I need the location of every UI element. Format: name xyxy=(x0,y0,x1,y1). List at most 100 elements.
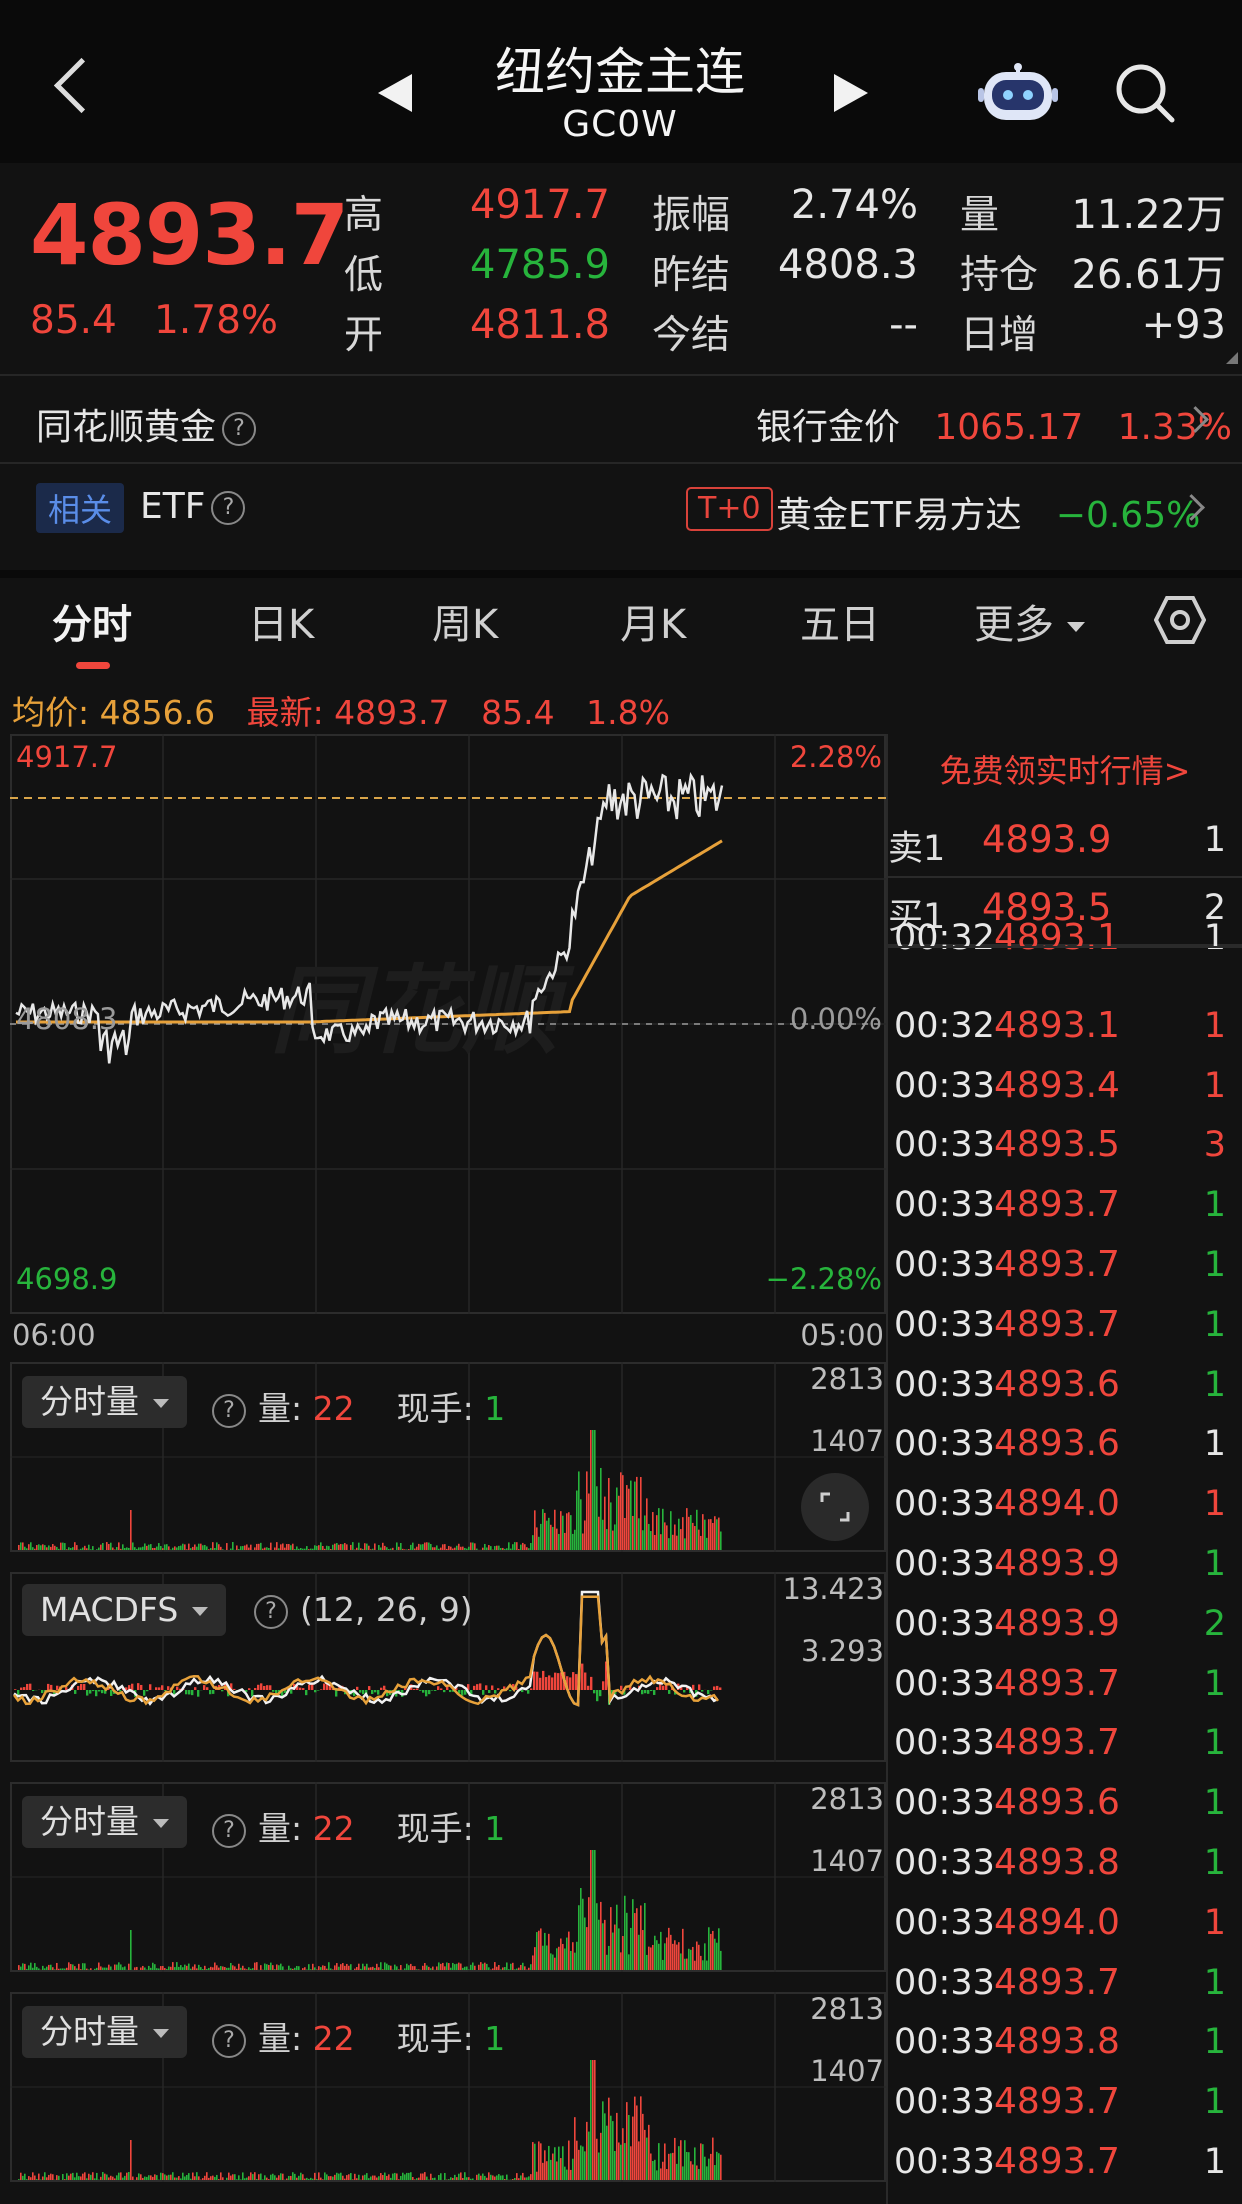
volume-bar xyxy=(544,1932,546,1970)
macd-bar xyxy=(176,1686,179,1690)
tab-intraday[interactable]: 分时 xyxy=(52,592,132,650)
macd-bar xyxy=(56,1685,59,1690)
volume-bar xyxy=(98,1547,100,1550)
volume-bar xyxy=(542,1509,544,1550)
macd-bar xyxy=(422,1690,425,1693)
pct-bottom-label: −2.28% xyxy=(765,1262,882,1296)
volume-bar xyxy=(452,1548,454,1550)
volume-bar xyxy=(700,2143,702,2180)
volume-bar xyxy=(616,2112,618,2180)
volume-bar xyxy=(574,1529,576,1550)
volume-bar xyxy=(128,1963,130,1970)
volume-bar xyxy=(470,1964,472,1970)
volume-bar xyxy=(392,2173,394,2180)
robot-assistant-icon[interactable] xyxy=(978,62,1058,126)
volume-bar xyxy=(426,1965,428,1970)
macd-bar xyxy=(533,1671,536,1690)
volume-bar xyxy=(254,1962,256,1970)
help-icon[interactable]: ? xyxy=(254,1594,288,1629)
help-icon[interactable]: ? xyxy=(212,2023,246,2058)
tab-monthly-k[interactable]: 月K xyxy=(620,592,686,650)
volume-bar xyxy=(110,2175,112,2180)
free-realtime-quotes-link[interactable]: 免费领实时行情> xyxy=(888,742,1242,800)
etf-fund-link[interactable]: 黄金ETF易方达 −0.65% xyxy=(776,486,1200,538)
volume-bar xyxy=(152,1547,154,1550)
volume-bar xyxy=(84,2172,86,2180)
volume-bar xyxy=(214,2176,216,2180)
macd-bar xyxy=(590,1676,593,1690)
next-contract-icon[interactable] xyxy=(834,74,868,112)
volume-bar xyxy=(440,1963,442,1970)
bank-gold-link[interactable]: 银行金价 1065.17 1.33% xyxy=(756,398,1232,450)
macd-params-value: (12, 26, 9) xyxy=(300,1590,473,1629)
volume-bar xyxy=(120,1964,122,1970)
help-icon[interactable]: ? xyxy=(222,412,257,446)
volume-bar xyxy=(462,2178,464,2180)
macd-bar xyxy=(440,1688,443,1690)
expand-corner-icon[interactable] xyxy=(1226,352,1238,364)
volume-bar xyxy=(116,2175,118,2180)
volume-bar xyxy=(412,1966,414,1970)
volume-bar xyxy=(256,2178,258,2180)
volume-bar xyxy=(432,1966,434,1970)
volume-bar xyxy=(706,1960,708,1970)
volume-bar xyxy=(248,1967,250,1970)
volume-bar xyxy=(78,2176,80,2180)
volume-bar xyxy=(314,1545,316,1550)
ths-gold-link[interactable]: 同花顺黄金? xyxy=(36,398,257,450)
volume-bar xyxy=(568,1931,570,1970)
volume-bar xyxy=(356,1547,358,1550)
volume-bar xyxy=(66,1549,68,1550)
volume-bar xyxy=(90,1549,92,1550)
macd-bar xyxy=(143,1690,146,1696)
help-icon[interactable]: ? xyxy=(212,1813,246,1848)
volume-bar xyxy=(468,1969,470,1970)
volume-bar xyxy=(260,2173,262,2180)
volume-bar xyxy=(622,1475,624,1550)
macd-indicator-select[interactable]: MACDFS xyxy=(22,1584,227,1636)
settings-icon[interactable] xyxy=(1154,594,1206,646)
volume-bar xyxy=(636,1476,638,1550)
volume-bar xyxy=(680,1529,682,1550)
tick-time: 00:33 xyxy=(894,1544,995,1584)
macd-bar xyxy=(209,1690,212,1695)
volume-bar xyxy=(698,1529,700,1550)
volume-bar xyxy=(392,1547,394,1550)
search-icon[interactable] xyxy=(1114,62,1176,124)
volume-bar xyxy=(388,2174,390,2180)
volume-bar xyxy=(304,1967,306,1970)
indicator-select[interactable]: 分时量 xyxy=(22,2006,187,2058)
etf-link[interactable]: ETF? xyxy=(140,486,246,527)
volume-bar xyxy=(502,1547,504,1550)
volume-bar xyxy=(36,2179,38,2180)
volume-bar xyxy=(462,1967,464,1970)
help-icon[interactable]: ? xyxy=(212,1393,246,1428)
volume-bar xyxy=(588,2131,590,2180)
volume-bar xyxy=(430,1968,432,1970)
volume-bar xyxy=(506,1962,508,1970)
indicator-select[interactable]: 分时量 xyxy=(22,1376,187,1428)
volume-bar xyxy=(250,1968,252,1970)
volume-bar xyxy=(508,1969,510,1970)
tick-volume: 1 xyxy=(1203,2142,1226,2182)
volume-bar xyxy=(272,2173,274,2180)
volume-bar xyxy=(298,2175,300,2180)
tab-five-day[interactable]: 五日 xyxy=(800,592,880,650)
volume-bar xyxy=(402,2172,404,2180)
volume-bar xyxy=(604,1496,606,1550)
tick-price: 4893.7 xyxy=(994,2141,1120,2182)
fullscreen-icon[interactable] xyxy=(800,1472,870,1542)
volume-bar xyxy=(394,1964,396,1970)
volume-bar xyxy=(372,1966,374,1970)
macd-bar xyxy=(428,1690,431,1695)
volume-bar xyxy=(652,1944,654,1970)
volume-bar xyxy=(316,1969,318,1970)
macd-bar xyxy=(263,1685,266,1690)
intraday-price-chart[interactable]: 同花顺 xyxy=(10,734,886,1314)
tab-weekly-k[interactable]: 周K xyxy=(432,592,498,650)
tab-daily-k[interactable]: 日K xyxy=(248,592,314,650)
indicator-select[interactable]: 分时量 xyxy=(22,1796,187,1848)
tab-more[interactable]: 更多 xyxy=(974,592,1085,650)
volume-bar xyxy=(402,1548,404,1550)
help-icon[interactable]: ? xyxy=(211,491,246,525)
